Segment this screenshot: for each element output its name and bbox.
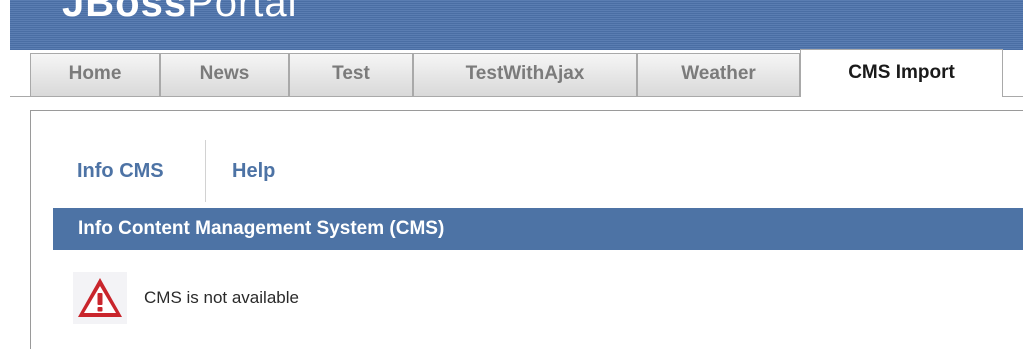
tab-cms-import[interactable]: CMS Import (800, 49, 1003, 97)
tab-label: News (199, 63, 250, 84)
portlet-tab-label: Help (232, 160, 276, 182)
tab-label: TestWithAjax (465, 63, 585, 84)
status-message-text: CMS is not available (144, 288, 299, 307)
portal-header: JBossPortal (0, 0, 1023, 50)
portlet-tab-label: Info CMS (77, 160, 164, 182)
tab-test[interactable]: Test (289, 53, 413, 96)
header-left-gutter (0, 0, 10, 97)
tab-label: Test (332, 63, 370, 84)
portlet-tab-info-cms[interactable]: Info CMS (77, 140, 164, 202)
portlet-tab-help[interactable]: Help (232, 140, 275, 202)
logo-bold-text: JBoss (62, 0, 188, 25)
section-title-bar: Info Content Management System (CMS) (53, 208, 1023, 250)
tab-news[interactable]: News (160, 53, 289, 96)
tab-label: CMS Import (848, 62, 955, 83)
tab-home[interactable]: Home (30, 53, 160, 96)
tab-weather[interactable]: Weather (637, 53, 800, 96)
tab-testwithajax[interactable]: TestWithAjax (413, 53, 637, 96)
portal-logo: JBossPortal (62, 0, 298, 26)
page: JBossPortal Home News Test TestWithAjax … (0, 0, 1023, 349)
warning-triangle-icon (73, 272, 127, 324)
logo-light-text: Portal (187, 0, 298, 25)
tab-label: Home (68, 63, 122, 84)
tab-label: Weather (681, 63, 756, 84)
portlet-tab-divider (205, 140, 206, 202)
section-title: Info Content Management System (CMS) (78, 218, 445, 239)
